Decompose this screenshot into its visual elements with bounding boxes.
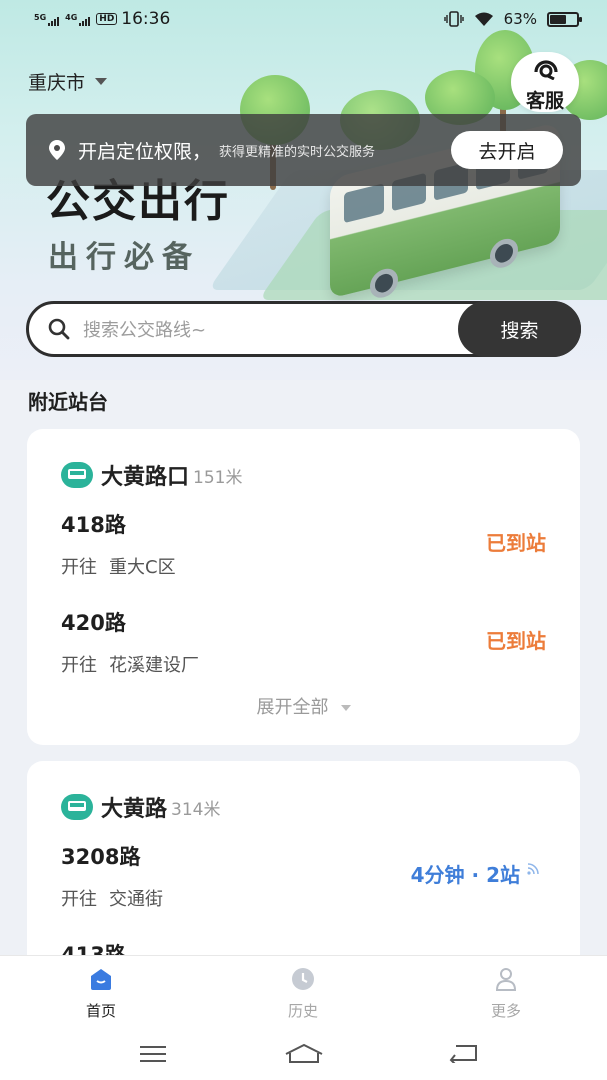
- customer-service-button[interactable]: 客服: [511, 52, 579, 112]
- user-icon: [495, 968, 517, 991]
- arrival-eta: 4分钟 · 2站: [411, 859, 540, 888]
- clock: 16:36: [121, 9, 171, 29]
- expand-all-label: 展开全部: [256, 697, 329, 718]
- battery-icon: [547, 11, 582, 27]
- route-number: 3208路: [61, 845, 141, 869]
- signal-5g-icon: 5G: [34, 13, 60, 26]
- expand-all-button[interactable]: 展开全部: [27, 693, 580, 719]
- bottom-tab-bar: 首页 历史 更多: [0, 955, 607, 1080]
- customer-service-label: 客服: [525, 90, 564, 112]
- battery-percent: 63%: [503, 10, 537, 28]
- location-banner-desc: 获得更精准的实时公交服务: [219, 144, 376, 160]
- direction-label: 开往: [61, 889, 97, 910]
- realtime-signal-icon: [527, 862, 539, 875]
- search-icon: [48, 318, 70, 340]
- bus-stop-icon: [61, 794, 93, 820]
- route-item[interactable]: 418路 开往 重大C区: [61, 509, 188, 579]
- direction-label: 开往: [61, 655, 97, 676]
- city-selector[interactable]: 重庆市: [28, 68, 108, 95]
- wifi-icon: [474, 12, 493, 26]
- chevron-down-icon: [340, 705, 351, 711]
- tab-home-label: 首页: [85, 1002, 116, 1020]
- tab-more-label: 更多: [490, 1002, 521, 1020]
- location-banner-title: 开启定位权限，: [78, 140, 212, 163]
- page-subtitle: 出行必备: [48, 240, 200, 275]
- home-nav-icon[interactable]: [284, 1042, 324, 1064]
- system-nav-bar: [0, 1038, 607, 1068]
- route-item[interactable]: 3208路 开往 交通街: [61, 841, 175, 911]
- route-search-bar[interactable]: 搜索公交路线~ 搜索: [26, 301, 581, 357]
- stop-distance: 314米: [171, 799, 221, 820]
- direction-label: 开往: [61, 557, 97, 578]
- search-button[interactable]: 搜索: [458, 301, 581, 357]
- menu-icon[interactable]: [138, 1044, 168, 1064]
- stop-name: 大黄路: [101, 797, 168, 822]
- stop-name: 大黄路口: [101, 465, 190, 490]
- route-number: 418路: [61, 513, 126, 537]
- search-input[interactable]: 搜索公交路线~: [83, 316, 206, 342]
- tab-more[interactable]: 更多: [456, 966, 556, 1021]
- location-pin-icon: [49, 140, 65, 160]
- tab-home[interactable]: 首页: [51, 966, 151, 1021]
- headset-icon: [534, 60, 558, 80]
- arrival-status: 已到站: [486, 531, 546, 555]
- status-bar: 5G 4G HD 16:36 63%: [0, 0, 607, 38]
- tab-history[interactable]: 历史: [253, 966, 353, 1021]
- enable-location-button[interactable]: 去开启: [451, 131, 563, 169]
- vibrate-icon: [443, 11, 464, 27]
- back-icon[interactable]: [448, 1043, 478, 1063]
- hd-voice-icon: HD: [96, 13, 118, 25]
- arrival-status: 已到站: [486, 629, 546, 653]
- arrival-eta-text: 4分钟 · 2站: [410, 863, 520, 887]
- chevron-down-icon: [95, 78, 108, 85]
- stop-distance: 151米: [193, 467, 243, 488]
- bus-stop-icon: [61, 462, 93, 488]
- city-name: 重庆市: [28, 72, 86, 94]
- nearby-stations-title: 附近站台: [28, 390, 108, 414]
- route-destination: 花溪建设厂: [109, 655, 199, 676]
- route-destination: 重大C区: [109, 557, 176, 578]
- signal-4g-icon: 4G: [65, 13, 91, 26]
- route-destination: 交通街: [109, 889, 163, 910]
- stop-card[interactable]: 大黄路口 151米 418路 开往 重大C区 已到站 420路 开往 花溪建设厂 已…: [27, 429, 580, 745]
- route-item[interactable]: 420路 开往 花溪建设厂: [61, 607, 211, 677]
- clock-icon: [292, 968, 314, 990]
- home-icon: [91, 969, 111, 990]
- location-permission-banner: 开启定位权限， 获得更精准的实时公交服务 去开启: [26, 114, 581, 186]
- tab-history-label: 历史: [287, 1002, 318, 1020]
- route-number: 420路: [61, 611, 126, 635]
